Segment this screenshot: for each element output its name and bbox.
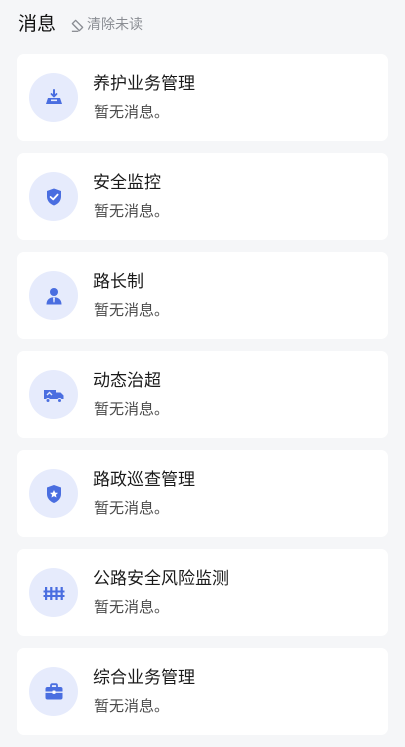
message-card-overload-control[interactable]: 动态治超 暂无消息。 [17, 351, 388, 438]
page-title: 消息 [18, 13, 57, 35]
message-subtitle: 暂无消息。 [94, 697, 170, 715]
message-subtitle: 暂无消息。 [94, 499, 170, 517]
clear-unread-icon [70, 18, 85, 33]
message-title: 综合业务管理 [93, 668, 195, 688]
message-subtitle: 暂无消息。 [94, 202, 170, 220]
message-list: 养护业务管理 暂无消息。 安全监控 暂无消息。 路长制 暂无消息。 动态治超 暂… [17, 54, 388, 747]
message-title: 养护业务管理 [93, 74, 195, 94]
message-subtitle: 暂无消息。 [94, 400, 170, 418]
truck-icon [29, 370, 78, 419]
maintenance-icon [29, 73, 78, 122]
shield-check-icon [29, 172, 78, 221]
page-header: 消息 清除未读 [0, 0, 405, 52]
badge-star-icon [29, 469, 78, 518]
message-title: 公路安全风险监测 [93, 569, 229, 589]
message-card-risk-monitoring[interactable]: 公路安全风险监测 暂无消息。 [17, 549, 388, 636]
message-card-road-patrol[interactable]: 路政巡查管理 暂无消息。 [17, 450, 388, 537]
message-title: 路长制 [93, 272, 144, 292]
message-subtitle: 暂无消息。 [94, 301, 170, 319]
message-title: 动态治超 [93, 371, 161, 391]
message-subtitle: 暂无消息。 [94, 598, 170, 616]
clear-unread-button[interactable]: 清除未读 [70, 14, 143, 36]
clear-unread-label: 清除未读 [87, 17, 143, 33]
guardrail-icon [29, 568, 78, 617]
message-card-road-chief[interactable]: 路长制 暂无消息。 [17, 252, 388, 339]
message-card-maintenance[interactable]: 养护业务管理 暂无消息。 [17, 54, 388, 141]
message-subtitle: 暂无消息。 [94, 103, 170, 121]
message-title: 安全监控 [93, 173, 161, 193]
person-icon [29, 271, 78, 320]
briefcase-icon [29, 667, 78, 716]
message-title: 路政巡查管理 [93, 470, 195, 490]
message-card-general-business[interactable]: 综合业务管理 暂无消息。 [17, 648, 388, 735]
message-card-safety-monitoring[interactable]: 安全监控 暂无消息。 [17, 153, 388, 240]
